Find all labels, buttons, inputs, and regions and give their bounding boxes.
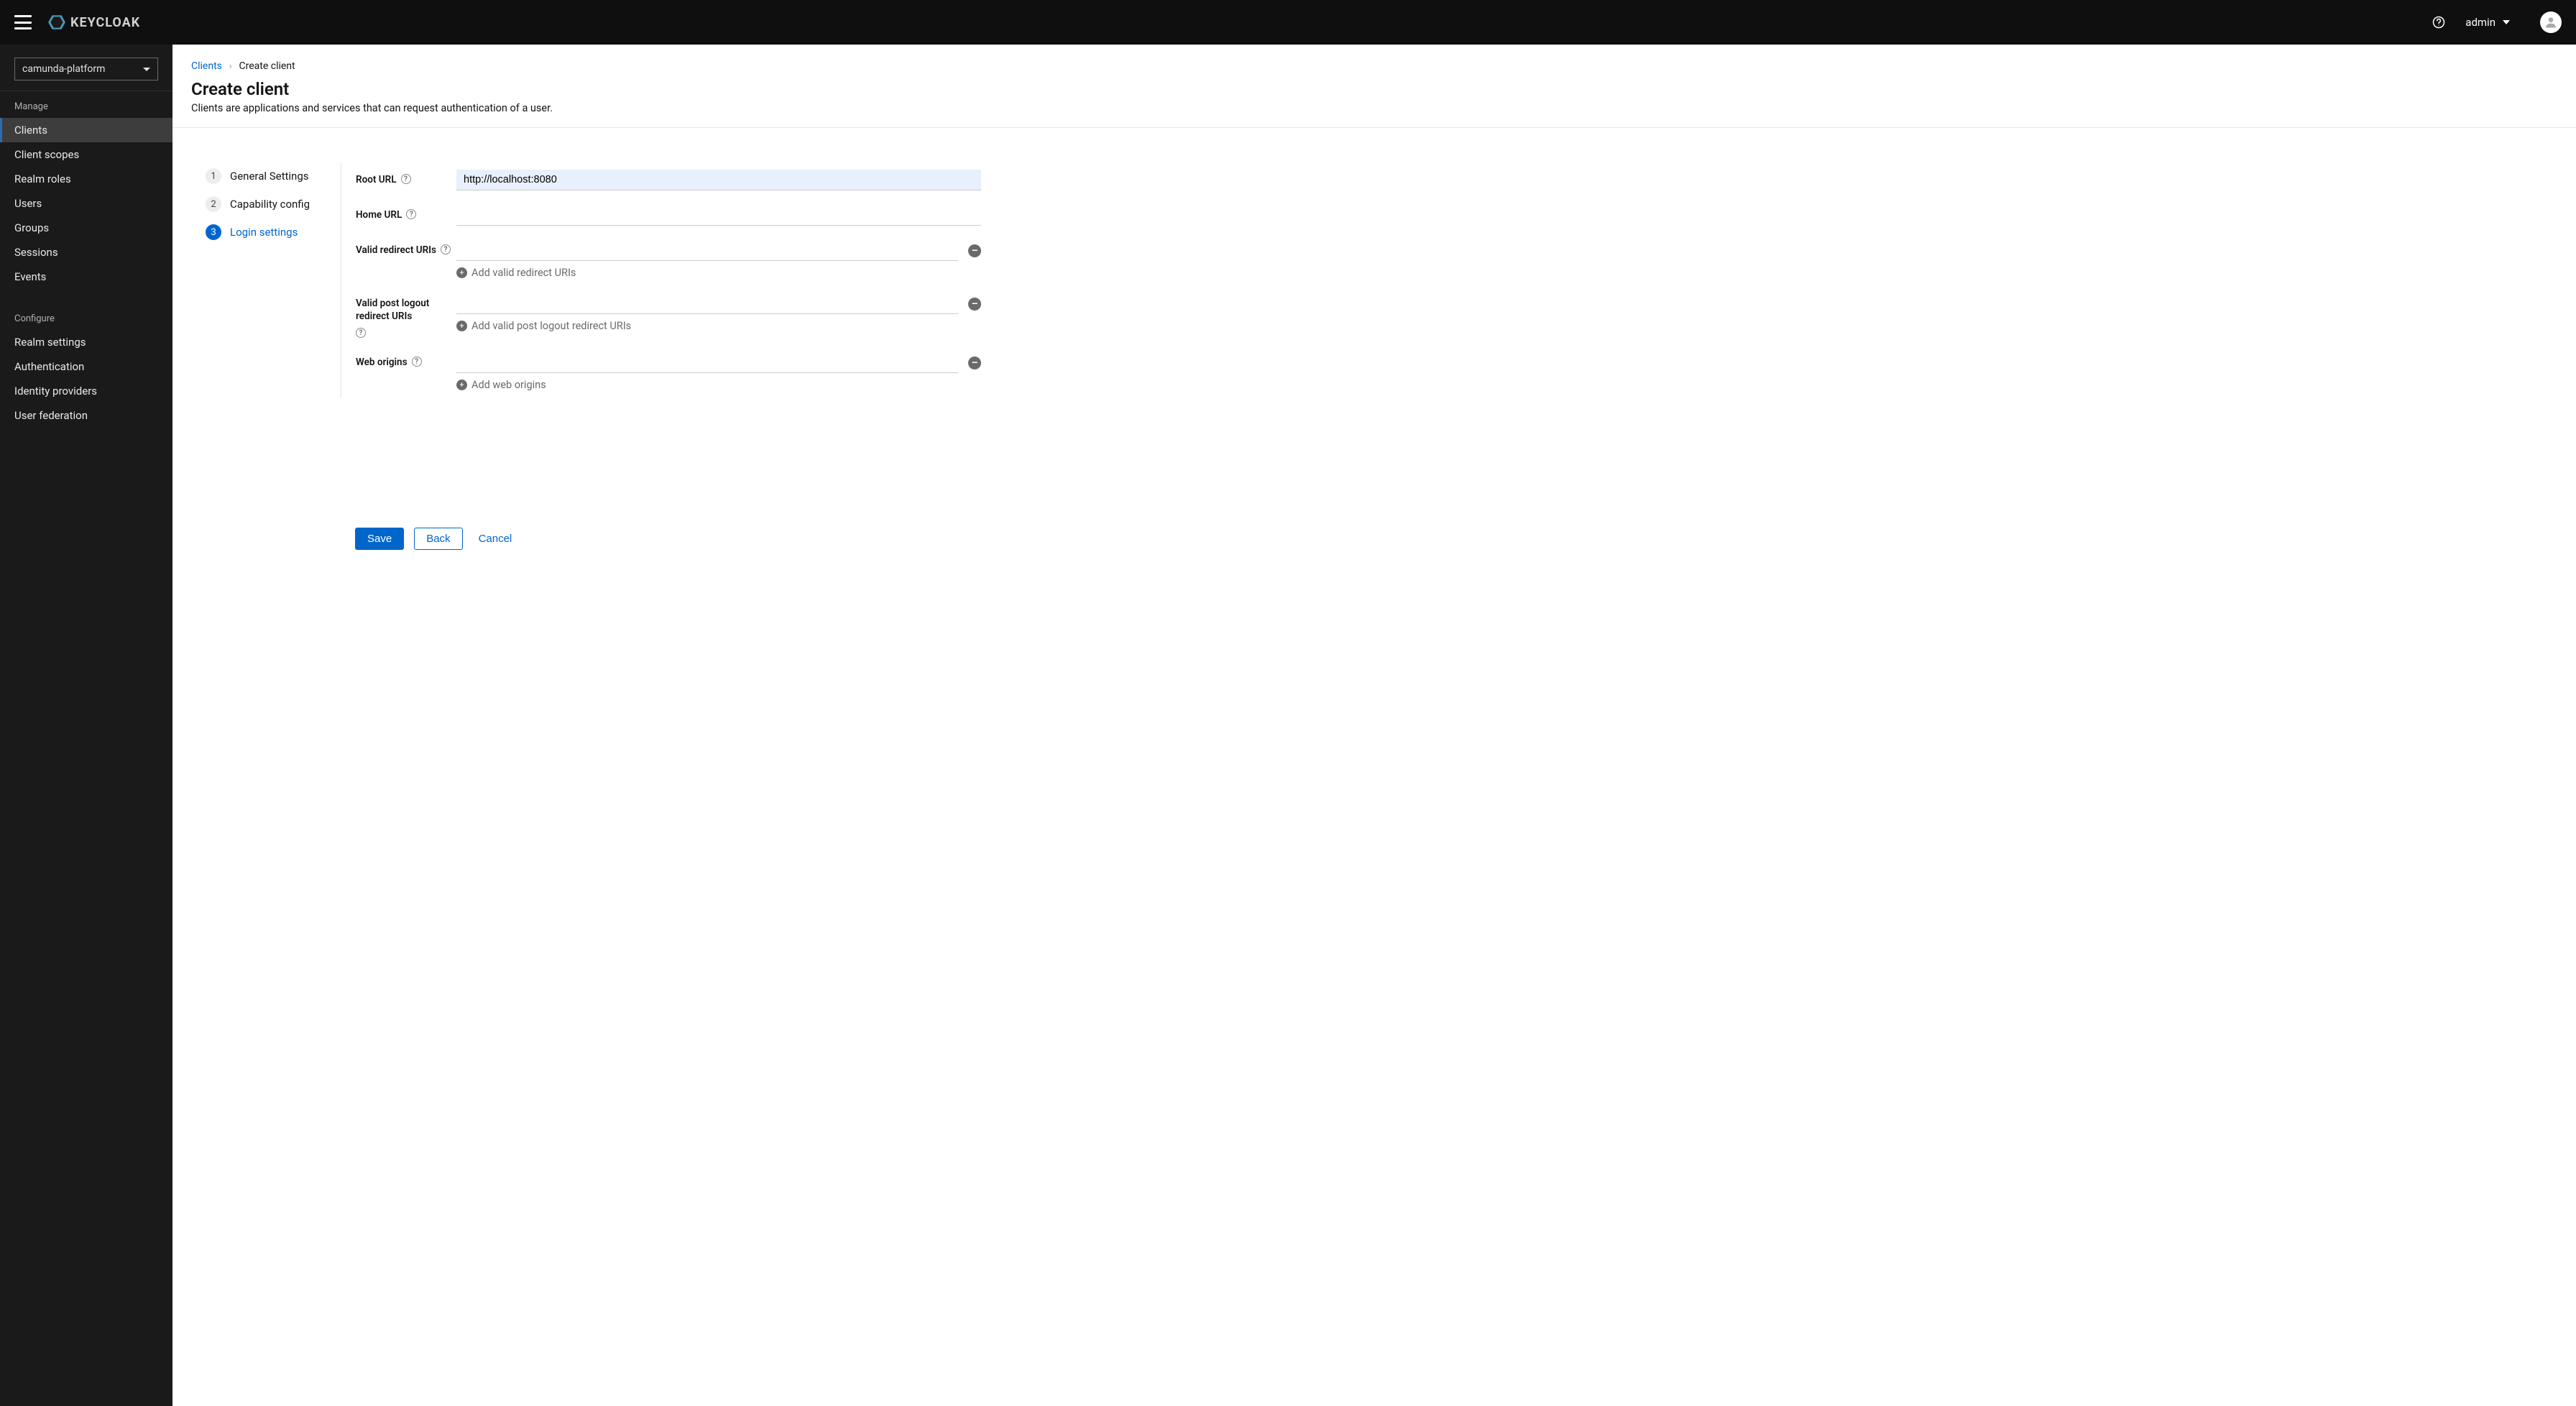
- help-icon[interactable]: ?: [401, 174, 411, 184]
- realm-selector[interactable]: camunda-platform: [14, 58, 158, 81]
- remove-redirect-button[interactable]: –: [968, 244, 981, 257]
- root-url-label: Root URL: [356, 173, 397, 186]
- cancel-button[interactable]: Cancel: [473, 528, 524, 549]
- breadcrumb: Clients › Create client: [191, 60, 2557, 72]
- step-number: 1: [206, 168, 221, 184]
- chevron-down-icon: [2503, 20, 2510, 24]
- avatar[interactable]: [2540, 12, 2562, 33]
- sidebar-item-groups[interactable]: Groups: [0, 216, 172, 240]
- sidebar-section-manage: Manage: [0, 91, 172, 118]
- valid-redirect-label: Valid redirect URIs: [356, 244, 436, 257]
- breadcrumb-root-link[interactable]: Clients: [191, 60, 222, 72]
- main-content: Clients › Create client Create client Cl…: [172, 45, 2576, 1406]
- user-icon: [2544, 15, 2558, 29]
- user-menu[interactable]: admin: [2465, 16, 2510, 29]
- add-web-origin-button[interactable]: + Add web origins: [456, 379, 981, 391]
- help-icon[interactable]: ?: [412, 357, 422, 367]
- wizard-footer: Save Back Cancel: [191, 513, 2557, 571]
- sidebar-item-identity-providers[interactable]: Identity providers: [0, 379, 172, 403]
- topbar: KEYCLOAK admin: [0, 0, 2576, 45]
- brand-text: KEYCLOAK: [70, 15, 140, 30]
- step-number: 2: [206, 196, 221, 212]
- brand: KEYCLOAK: [47, 13, 140, 32]
- sidebar-item-realm-settings[interactable]: Realm settings: [0, 330, 172, 354]
- realm-selected-label: camunda-platform: [22, 63, 105, 75]
- home-url-label: Home URL: [356, 208, 402, 221]
- save-button[interactable]: Save: [355, 528, 404, 550]
- add-post-logout-label: Add valid post logout redirect URIs: [472, 320, 631, 332]
- valid-redirect-input[interactable]: [456, 240, 958, 261]
- sidebar-item-users[interactable]: Users: [0, 191, 172, 216]
- page-title: Create client: [191, 79, 2557, 99]
- home-url-input[interactable]: [456, 205, 981, 226]
- chevron-right-icon: ›: [229, 61, 232, 71]
- wizard-steps: 1 General Settings 2 Capability config 3 Logi…: [191, 162, 341, 398]
- user-label: admin: [2465, 16, 2496, 29]
- help-icon[interactable]: ?: [441, 244, 451, 254]
- help-icon[interactable]: ?: [356, 328, 366, 338]
- step-label: General Settings: [230, 170, 309, 183]
- sidebar-section-configure: Configure: [0, 303, 172, 330]
- add-web-origin-label: Add web origins: [472, 379, 546, 391]
- keycloak-logo-icon: [47, 13, 66, 32]
- wizard-step-login-settings[interactable]: 3 Login settings: [191, 219, 341, 247]
- wizard-step-general-settings[interactable]: 1 General Settings: [191, 162, 341, 190]
- step-label: Capability config: [230, 198, 310, 211]
- wizard-step-capability-config[interactable]: 2 Capability config: [191, 190, 341, 219]
- back-button[interactable]: Back: [414, 528, 462, 550]
- breadcrumb-current: Create client: [239, 60, 295, 72]
- remove-web-origin-button[interactable]: –: [968, 357, 981, 369]
- sidebar-item-authentication[interactable]: Authentication: [0, 354, 172, 379]
- wizard-form: Root URL ? Home URL ?: [341, 162, 988, 398]
- plus-icon: +: [456, 380, 467, 390]
- step-label: Login settings: [230, 226, 298, 239]
- web-origins-input[interactable]: [456, 352, 958, 373]
- remove-post-logout-button[interactable]: –: [968, 298, 981, 311]
- web-origins-label: Web origins: [356, 356, 408, 369]
- post-logout-label: Valid post logout redirect URIs: [356, 297, 456, 323]
- sidebar-item-sessions[interactable]: Sessions: [0, 240, 172, 265]
- sidebar: camunda-platform Manage ClientsClient sc…: [0, 45, 172, 1406]
- step-number: 3: [206, 224, 221, 240]
- sidebar-item-events[interactable]: Events: [0, 265, 172, 289]
- plus-icon: +: [456, 267, 467, 278]
- add-post-logout-button[interactable]: + Add valid post logout redirect URIs: [456, 320, 981, 332]
- help-icon[interactable]: [2432, 16, 2445, 29]
- add-redirect-label: Add valid redirect URIs: [472, 267, 576, 279]
- menu-toggle-button[interactable]: [14, 15, 32, 29]
- page-description: Clients are applications and services th…: [191, 102, 2557, 114]
- sidebar-item-client-scopes[interactable]: Client scopes: [0, 142, 172, 167]
- help-icon[interactable]: ?: [406, 209, 416, 219]
- post-logout-input[interactable]: [456, 293, 958, 314]
- sidebar-item-realm-roles[interactable]: Realm roles: [0, 167, 172, 191]
- root-url-input[interactable]: [456, 170, 981, 190]
- sidebar-item-clients[interactable]: Clients: [0, 118, 172, 142]
- chevron-down-icon: [143, 68, 150, 71]
- add-redirect-button[interactable]: + Add valid redirect URIs: [456, 267, 981, 279]
- plus-icon: +: [456, 321, 467, 331]
- sidebar-item-user-federation[interactable]: User federation: [0, 403, 172, 428]
